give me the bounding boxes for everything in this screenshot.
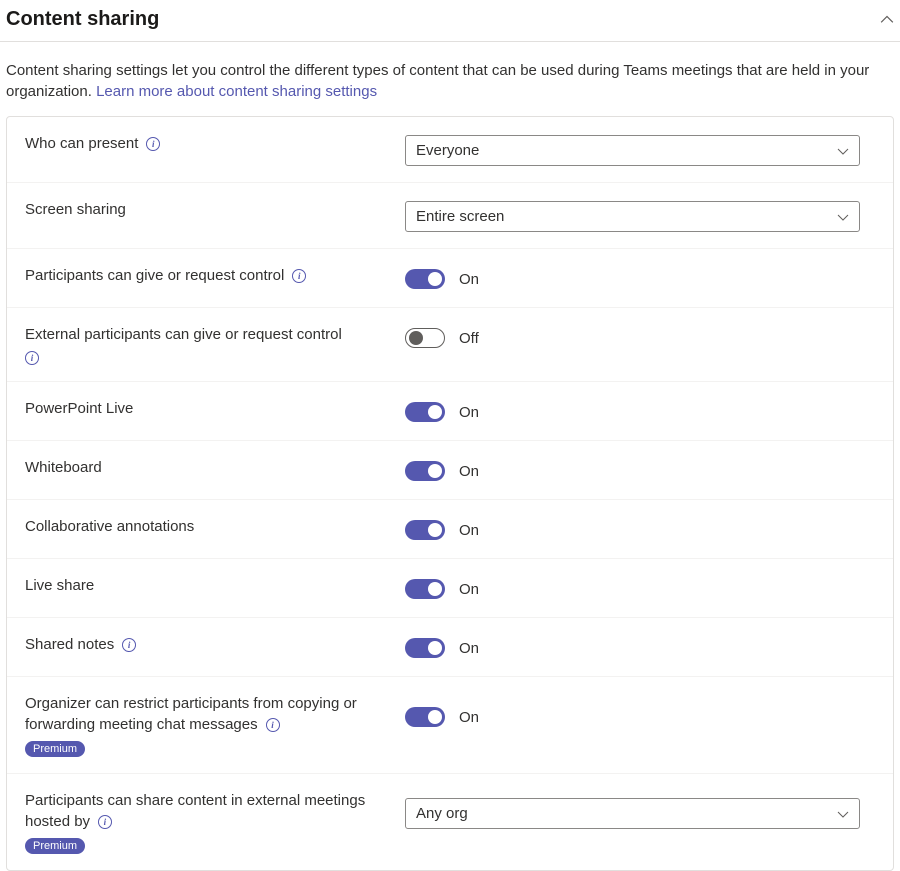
whiteboard-toggle[interactable]: [405, 461, 445, 481]
share-external-dropdown[interactable]: Any org: [405, 798, 860, 829]
setting-label-col: Organizer can restrict participants from…: [25, 693, 405, 757]
learn-more-link[interactable]: Learn more about content sharing setting…: [96, 83, 377, 100]
setting-control-col: On: [405, 400, 875, 424]
info-icon[interactable]: i: [98, 815, 112, 829]
setting-label-col: Participants can give or request control…: [25, 265, 405, 286]
setting-control-col: On: [405, 459, 875, 483]
collab-annotations-toggle[interactable]: [405, 520, 445, 540]
dropdown-value: Any org: [416, 805, 468, 822]
setting-control-col: Entire screen: [405, 201, 875, 232]
section-description: Content sharing settings let you control…: [0, 42, 900, 116]
toggle-state-label: Off: [459, 330, 479, 347]
toggle-state-label: On: [459, 640, 479, 657]
toggle-state-label: On: [459, 522, 479, 539]
setting-control-col: On: [405, 577, 875, 601]
screen-sharing-dropdown[interactable]: Entire screen: [405, 201, 860, 232]
toggle-knob: [428, 523, 442, 537]
toggle-knob: [428, 464, 442, 478]
setting-control-col: On: [405, 518, 875, 542]
setting-label-col: PowerPoint Live: [25, 398, 405, 419]
restrict-copy-label: Organizer can restrict participants from…: [25, 695, 357, 733]
setting-label-col: Collaborative annotations: [25, 516, 405, 537]
live-share-label: Live share: [25, 577, 94, 594]
toggle-knob: [409, 331, 423, 345]
who-can-present-dropdown[interactable]: Everyone: [405, 135, 860, 166]
info-icon[interactable]: i: [146, 137, 160, 151]
who-can-present-label: Who can present: [25, 135, 138, 152]
dropdown-value: Entire screen: [416, 208, 504, 225]
info-icon[interactable]: i: [292, 269, 306, 283]
setting-label-col: Whiteboard: [25, 457, 405, 478]
shared-notes-toggle[interactable]: [405, 638, 445, 658]
toggle-state-label: On: [459, 581, 479, 598]
toggle-knob: [428, 405, 442, 419]
section-title: Content sharing: [6, 8, 159, 31]
setting-row-restrict-copy: Organizer can restrict participants from…: [7, 677, 893, 774]
settings-panel: Who can present i Everyone Screen sharin…: [6, 116, 894, 871]
external-control-toggle[interactable]: [405, 328, 445, 348]
setting-label-col: Who can present i: [25, 133, 405, 154]
toggle-knob: [428, 641, 442, 655]
toggle-knob: [428, 582, 442, 596]
setting-row-shared-notes: Shared notes i On: [7, 618, 893, 677]
share-external-label: Participants can share content in extern…: [25, 792, 365, 830]
external-control-label: External participants can give or reques…: [25, 326, 342, 343]
shared-notes-label: Shared notes: [25, 636, 114, 653]
setting-row-screen-sharing: Screen sharing Entire screen: [7, 183, 893, 249]
setting-row-collab-annotations: Collaborative annotations On: [7, 500, 893, 559]
setting-label-col: Live share: [25, 575, 405, 596]
setting-row-who-can-present: Who can present i Everyone: [7, 117, 893, 183]
setting-row-powerpoint-live: PowerPoint Live On: [7, 382, 893, 441]
setting-control-col: Any org: [405, 798, 875, 829]
participants-control-toggle[interactable]: [405, 269, 445, 289]
participants-control-label: Participants can give or request control: [25, 267, 284, 284]
setting-row-whiteboard: Whiteboard On: [7, 441, 893, 500]
toggle-state-label: On: [459, 463, 479, 480]
setting-row-participants-control: Participants can give or request control…: [7, 249, 893, 308]
dropdown-value: Everyone: [416, 142, 479, 159]
whiteboard-label: Whiteboard: [25, 459, 102, 476]
setting-control-col: On: [405, 705, 875, 729]
toggle-state-label: On: [459, 709, 479, 726]
info-icon[interactable]: i: [266, 718, 280, 732]
premium-badge: Premium: [25, 741, 85, 757]
setting-row-share-external: Participants can share content in extern…: [7, 774, 893, 870]
setting-label-col: Shared notes i: [25, 634, 405, 655]
chevron-up-icon: [880, 13, 894, 27]
setting-control-col: On: [405, 267, 875, 291]
info-icon[interactable]: i: [122, 638, 136, 652]
chevron-down-icon: [837, 808, 849, 820]
powerpoint-live-label: PowerPoint Live: [25, 400, 133, 417]
collab-annotations-label: Collaborative annotations: [25, 518, 194, 535]
setting-label-col: Screen sharing: [25, 199, 405, 220]
setting-control-col: Everyone: [405, 135, 875, 166]
section-header[interactable]: Content sharing: [0, 0, 900, 42]
chevron-down-icon: [837, 211, 849, 223]
setting-label-col: External participants can give or reques…: [25, 324, 405, 365]
screen-sharing-label: Screen sharing: [25, 201, 126, 218]
setting-row-live-share: Live share On: [7, 559, 893, 618]
setting-row-external-control: External participants can give or reques…: [7, 308, 893, 382]
toggle-knob: [428, 710, 442, 724]
setting-control-col: Off: [405, 326, 875, 350]
chevron-down-icon: [837, 145, 849, 157]
toggle-knob: [428, 272, 442, 286]
restrict-copy-toggle[interactable]: [405, 707, 445, 727]
powerpoint-live-toggle[interactable]: [405, 402, 445, 422]
setting-control-col: On: [405, 636, 875, 660]
premium-badge: Premium: [25, 838, 85, 854]
live-share-toggle[interactable]: [405, 579, 445, 599]
setting-label-col: Participants can share content in extern…: [25, 790, 405, 854]
toggle-state-label: On: [459, 271, 479, 288]
toggle-state-label: On: [459, 404, 479, 421]
info-icon[interactable]: i: [25, 351, 39, 365]
